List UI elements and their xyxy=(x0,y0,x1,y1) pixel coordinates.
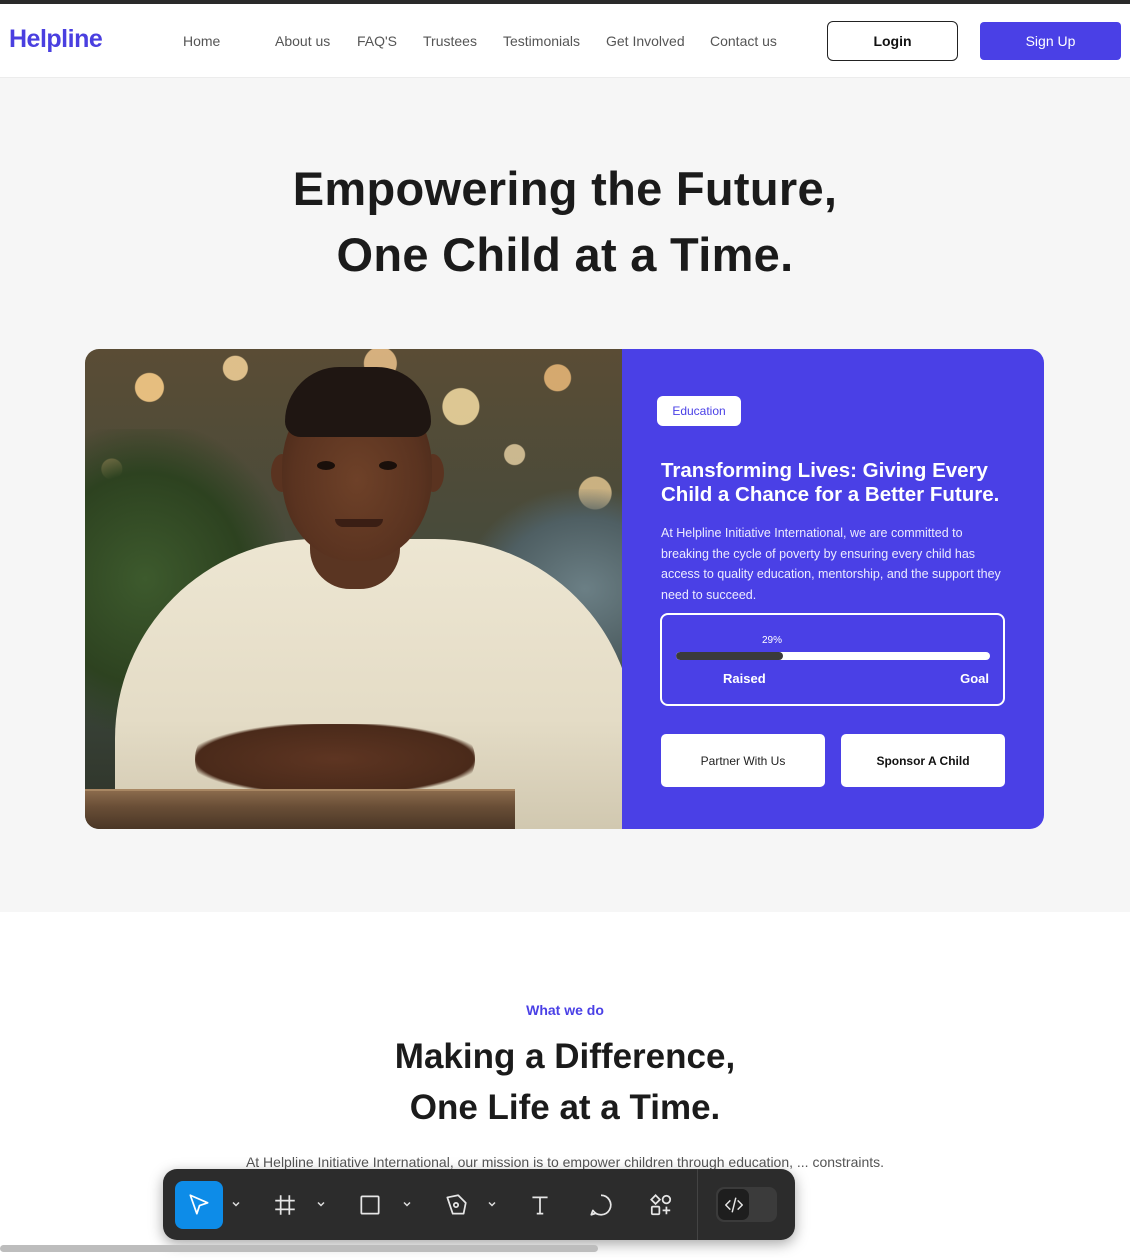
chevron-down-icon xyxy=(403,1201,411,1207)
progress-track xyxy=(676,652,990,660)
goal-label: Goal xyxy=(960,671,989,686)
top-navigation: Helpline Home About us FAQ'S Trustees Te… xyxy=(0,4,1130,78)
chevron-down-icon xyxy=(232,1201,240,1207)
dev-mode-icon xyxy=(724,1196,743,1213)
rectangle-tool-dropdown[interactable] xyxy=(400,1197,414,1211)
pen-tool[interactable] xyxy=(432,1181,480,1229)
toolbar-divider xyxy=(697,1169,698,1240)
progress-percent: 29% xyxy=(762,635,783,646)
frame-tool-dropdown[interactable] xyxy=(314,1197,328,1211)
nav-link-faq[interactable]: FAQ'S xyxy=(357,33,397,49)
move-tool-dropdown[interactable] xyxy=(229,1197,243,1211)
nav-link-trustees[interactable]: Trustees xyxy=(423,33,477,49)
category-chip[interactable]: Education xyxy=(657,396,741,426)
text-tool[interactable] xyxy=(516,1181,564,1229)
chevron-down-icon xyxy=(488,1201,496,1207)
nav-link-get-involved[interactable]: Get Involved xyxy=(606,33,685,49)
pen-icon xyxy=(446,1194,467,1215)
signup-button[interactable]: Sign Up xyxy=(980,22,1121,60)
section-eyebrow: What we do xyxy=(526,1002,604,1018)
hero-title-line-1: Empowering the Future, xyxy=(292,162,838,215)
nav-link-contact[interactable]: Contact us xyxy=(710,33,777,49)
login-button[interactable]: Login xyxy=(827,21,958,61)
nav-link-home[interactable]: Home xyxy=(183,33,220,49)
frame-icon xyxy=(275,1195,295,1215)
text-icon xyxy=(532,1196,548,1215)
fundraising-progress: 29% Raised Goal xyxy=(660,613,1005,706)
chevron-down-icon xyxy=(317,1201,325,1207)
campaign-card: Education Transforming Lives: Giving Eve… xyxy=(85,349,1044,829)
actions-tool[interactable] xyxy=(637,1181,685,1229)
hero-title-line-2: One Child at a Time. xyxy=(336,228,794,281)
sponsor-a-child-button[interactable]: Sponsor A Child xyxy=(841,734,1005,787)
rectangle-tool[interactable] xyxy=(346,1181,394,1229)
pen-tool-dropdown[interactable] xyxy=(485,1197,499,1211)
section-title-line-2: One Life at a Time. xyxy=(409,1088,721,1127)
section-title-line-1: Making a Difference, xyxy=(394,1037,736,1076)
child-photo xyxy=(85,349,622,829)
design-toolbar xyxy=(163,1169,795,1240)
campaign-description: At Helpline Initiative International, we… xyxy=(661,526,1001,602)
dev-mode-toggle[interactable] xyxy=(716,1187,777,1222)
comment-icon xyxy=(590,1194,612,1216)
horizontal-scrollbar[interactable] xyxy=(0,1245,598,1252)
nav-link-testimonials[interactable]: Testimonials xyxy=(503,33,580,49)
helpline-logo[interactable]: Helpline xyxy=(9,25,103,54)
comment-tool[interactable] xyxy=(577,1181,625,1229)
hero-title: Empowering the Future, One Child at a Ti… xyxy=(0,156,1130,288)
dev-mode-knob xyxy=(718,1189,749,1220)
campaign-panel: Education Transforming Lives: Giving Eve… xyxy=(622,349,1044,829)
partner-with-us-button[interactable]: Partner With Us xyxy=(661,734,825,787)
raised-label: Raised xyxy=(723,671,766,686)
nav-link-about[interactable]: About us xyxy=(275,33,330,49)
rectangle-icon xyxy=(360,1195,380,1215)
campaign-title: Transforming Lives: Giving Every Child a… xyxy=(661,459,1000,506)
hero-section: Empowering the Future, One Child at a Ti… xyxy=(0,78,1130,912)
section-title: Making a Difference, One Life at a Time. xyxy=(0,1031,1130,1133)
actions-icon xyxy=(650,1194,672,1216)
move-icon xyxy=(189,1194,209,1215)
progress-fill xyxy=(676,652,783,660)
move-tool[interactable] xyxy=(175,1181,223,1229)
frame-tool[interactable] xyxy=(261,1181,309,1229)
